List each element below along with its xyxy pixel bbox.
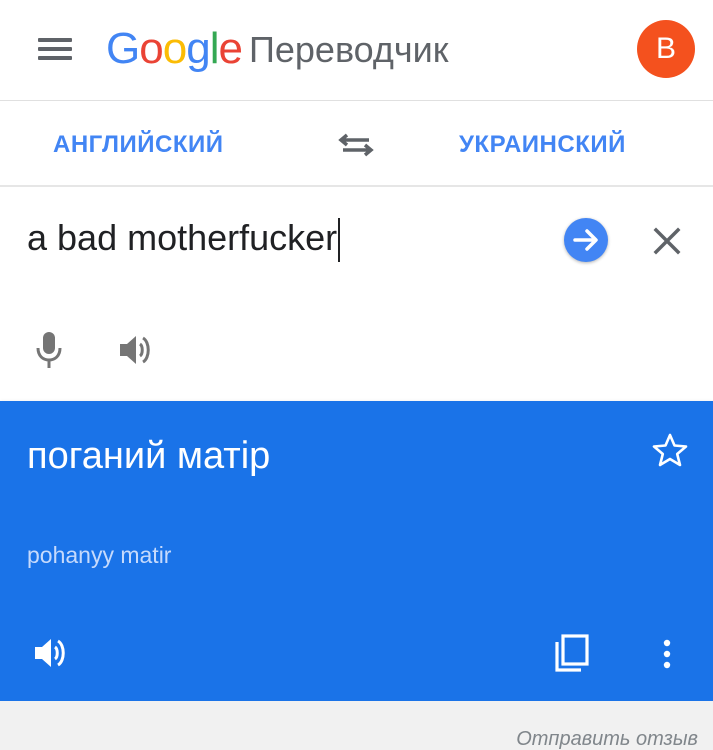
speaker-icon[interactable] [118,333,156,367]
source-language-button[interactable]: АНГЛИЙСКИЙ [53,131,224,159]
close-icon[interactable] [650,224,684,258]
google-logo: Google [106,24,243,73]
language-bar: АНГЛИЙСКИЙ УКРАИНСКИЙ [0,101,713,187]
speaker-icon[interactable] [33,636,71,670]
translation-card: поганий матір pohanyy matir [0,401,713,701]
product-name: Переводчик [249,29,449,70]
star-icon[interactable] [651,432,689,468]
copy-icon[interactable] [553,634,591,674]
menu-icon[interactable] [38,38,74,62]
source-input-area: a bad motherfucker [0,188,713,400]
swap-icon[interactable] [337,131,375,159]
translation-text: поганий матір [27,435,271,477]
source-text-input[interactable]: a bad motherfucker [27,218,341,262]
footer: Отправить отзыв [0,701,713,750]
arrow-right-icon[interactable] [564,218,608,262]
target-language-button[interactable]: УКРАИНСКИЙ [459,131,626,159]
avatar[interactable]: В [637,20,695,78]
mic-icon[interactable] [34,330,64,370]
send-feedback-link[interactable]: Отправить отзыв [516,728,698,750]
more-vert-icon[interactable] [660,638,674,672]
app-header: Google Переводчик В [0,0,713,101]
transliteration-text: pohanyy matir [27,542,172,568]
